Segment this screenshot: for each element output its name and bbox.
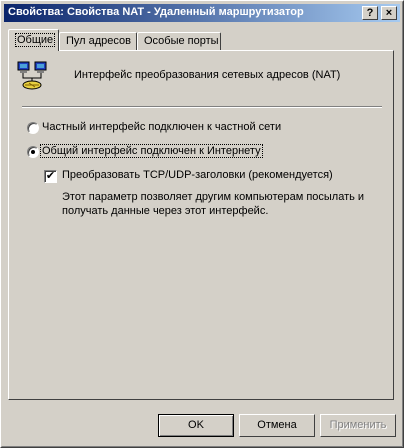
public-interface-label[interactable]: Общий интерфейс подключен к Интернету <box>40 144 263 158</box>
checkmark-icon: ✔ <box>45 170 56 182</box>
help-button[interactable]: ? <box>362 6 378 20</box>
tab-address-pool[interactable]: Пул адресов <box>59 32 137 50</box>
tab-label: Пул адресов <box>66 35 131 47</box>
tab-panel-general <box>8 50 394 400</box>
translate-headers-checkbox[interactable]: ✔ <box>44 170 57 183</box>
nat-interface-label: Интерфейс преобразования сетевых адресов… <box>74 69 341 81</box>
tab-label: Особые порты <box>144 35 219 47</box>
separator <box>22 106 382 108</box>
public-interface-radio[interactable] <box>27 146 39 158</box>
title-bar[interactable]: Свойства: Свойства NAT - Удаленный маршр… <box>4 4 400 22</box>
cancel-button[interactable]: Отмена <box>239 414 315 437</box>
close-icon: × <box>385 7 393 19</box>
apply-button[interactable]: Применить <box>320 414 396 437</box>
window-title: Свойства: Свойства NAT - Удаленный маршр… <box>8 6 304 18</box>
translate-headers-description: Этот параметр позволяет другим компьютер… <box>62 191 365 217</box>
cancel-label: Отмена <box>257 419 297 431</box>
private-interface-label[interactable]: Частный интерфейс подключен к частной се… <box>42 121 281 133</box>
translate-headers-label[interactable]: Преобразовать TCP/UDP-заголовки (рекомен… <box>62 169 333 181</box>
tab-special-ports[interactable]: Особые порты <box>137 32 221 50</box>
tab-general[interactable]: Общие <box>8 29 59 51</box>
help-icon: ? <box>366 7 374 19</box>
radio-selected-dot <box>31 150 35 154</box>
private-interface-radio[interactable] <box>27 122 39 134</box>
network-computers-icon <box>17 61 47 90</box>
ok-button[interactable]: OK <box>158 414 234 437</box>
close-button[interactable]: × <box>381 6 397 20</box>
tab-label: Общие <box>15 33 56 47</box>
ok-label: OK <box>188 419 204 431</box>
apply-label: Применить <box>329 419 387 431</box>
